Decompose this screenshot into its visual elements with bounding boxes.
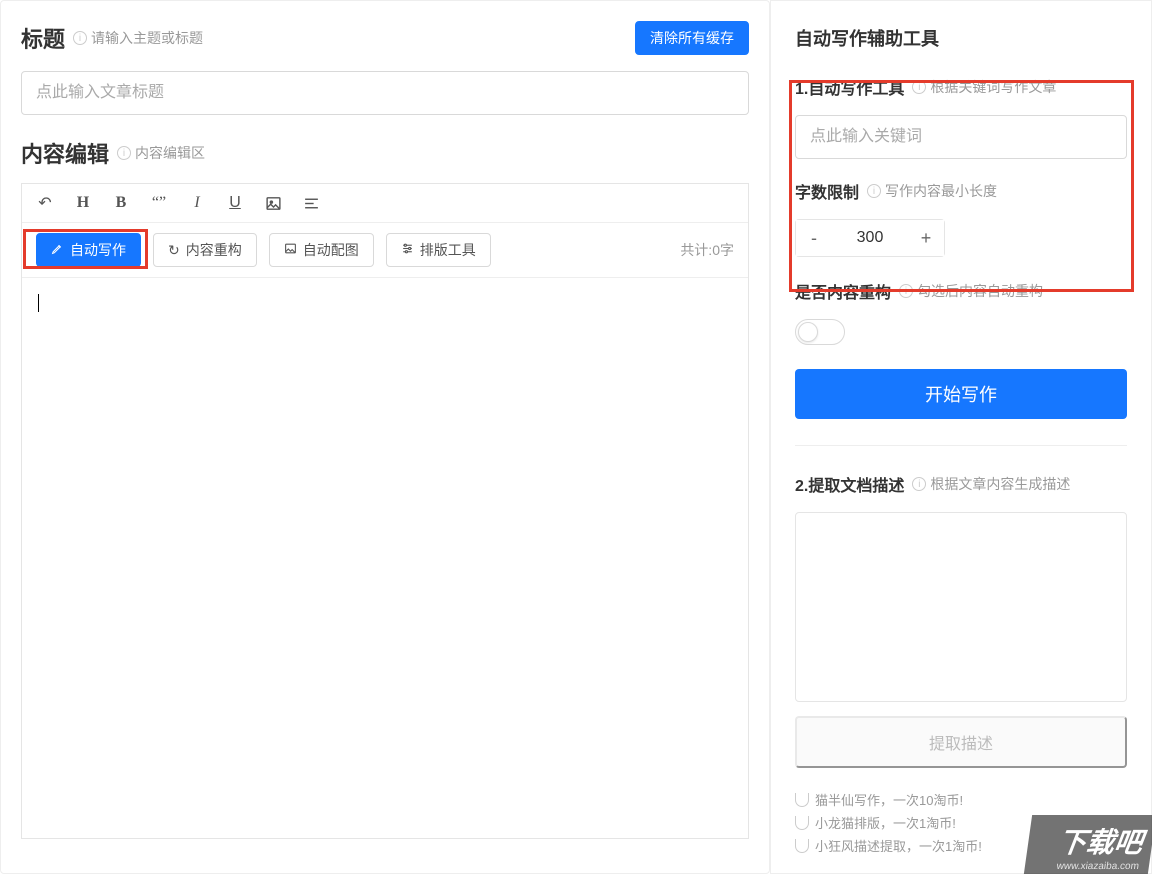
layout-tool-label: 排版工具 [420, 240, 476, 260]
italic-icon[interactable]: I [188, 194, 206, 212]
align-icon[interactable] [302, 194, 320, 212]
heading-icon[interactable]: H [74, 194, 92, 212]
auto-write-button[interactable]: 自动写作 [36, 233, 141, 267]
keyword-input[interactable] [795, 115, 1127, 159]
bowl-icon [795, 839, 809, 853]
bowl-icon [795, 793, 809, 807]
article-title-input[interactable] [21, 71, 749, 115]
extract-description-button[interactable]: 提取描述 [795, 716, 1127, 768]
restructure-label: 内容重构 [186, 240, 242, 260]
restructure-toggle[interactable] [795, 319, 845, 345]
editor-textarea[interactable] [22, 278, 748, 838]
bold-icon[interactable]: B [112, 194, 130, 212]
watermark: 下载吧 www.xiazaiba.com [1024, 815, 1152, 874]
description-output [795, 512, 1127, 702]
underline-icon[interactable]: U [226, 194, 244, 212]
info-icon: i [117, 146, 131, 160]
divider [795, 445, 1127, 446]
content-edit-hint: 内容编辑区 [135, 143, 205, 163]
layout-tool-button[interactable]: 排版工具 [386, 233, 491, 267]
clear-cache-button[interactable]: 清除所有缓存 [635, 21, 749, 55]
extract-section-hint: 根据文章内容生成描述 [930, 474, 1070, 494]
title-hint: 请输入主题或标题 [91, 28, 203, 48]
stepper-plus-button[interactable]: + [908, 220, 944, 256]
text-caret [38, 294, 39, 312]
restructure-button[interactable]: ↻ 内容重构 [153, 233, 257, 267]
auto-image-label: 自动配图 [303, 240, 359, 260]
editor-panel: 标题 i 请输入主题或标题 清除所有缓存 内容编辑 i 内容编辑区 ↶ H B … [0, 0, 770, 874]
auto-image-button[interactable]: 自动配图 [269, 233, 374, 267]
stepper-minus-button[interactable]: - [796, 220, 832, 256]
info-icon: i [912, 477, 926, 491]
start-writing-button[interactable]: 开始写作 [795, 369, 1127, 419]
wordlimit-label: 字数限制 [795, 179, 859, 203]
auto-write-section-title: 1.自动写作工具 [795, 75, 904, 99]
wordlimit-hint: 写作内容最小长度 [885, 181, 997, 201]
word-counter: 共计:0字 [680, 240, 734, 260]
editor: ↶ H B “” I U 自动写作 [21, 183, 749, 839]
cost-item: 猫半仙写作，一次10淘币! [795, 790, 1127, 809]
image-icon [284, 242, 297, 258]
image-icon[interactable] [264, 194, 282, 212]
editor-toolbar-actions: 自动写作 ↻ 内容重构 自动配图 排版工具 [22, 223, 748, 278]
auto-write-label: 自动写作 [70, 240, 126, 260]
info-icon: i [899, 284, 913, 298]
wordlimit-stepper: - 300 + [795, 219, 945, 257]
info-icon: i [912, 80, 926, 94]
pencil-icon [51, 242, 64, 258]
undo-icon[interactable]: ↶ [36, 194, 54, 212]
wordlimit-value: 300 [832, 229, 908, 247]
editor-toolbar-format: ↶ H B “” I U [22, 184, 748, 223]
info-icon: i [73, 31, 87, 45]
auto-write-section-hint: 根据关键词写作文章 [930, 77, 1056, 97]
quote-icon[interactable]: “” [150, 194, 168, 212]
info-icon: i [867, 184, 881, 198]
content-edit-label: 内容编辑 [21, 137, 109, 169]
title-label: 标题 [21, 22, 65, 54]
assistant-panel-title: 自动写作辅助工具 [795, 25, 1127, 51]
refresh-icon: ↻ [168, 242, 180, 259]
assistant-panel: 自动写作辅助工具 1.自动写作工具 i 根据关键词写作文章 字数限制 i 写作内… [770, 0, 1152, 874]
bowl-icon [795, 816, 809, 830]
toggle-knob [798, 322, 818, 342]
restructure-label: 是否内容重构 [795, 279, 891, 303]
layout-icon [401, 242, 414, 258]
restructure-hint: 勾选后内容自动重构 [917, 281, 1043, 301]
extract-section-title: 2.提取文档描述 [795, 472, 904, 496]
